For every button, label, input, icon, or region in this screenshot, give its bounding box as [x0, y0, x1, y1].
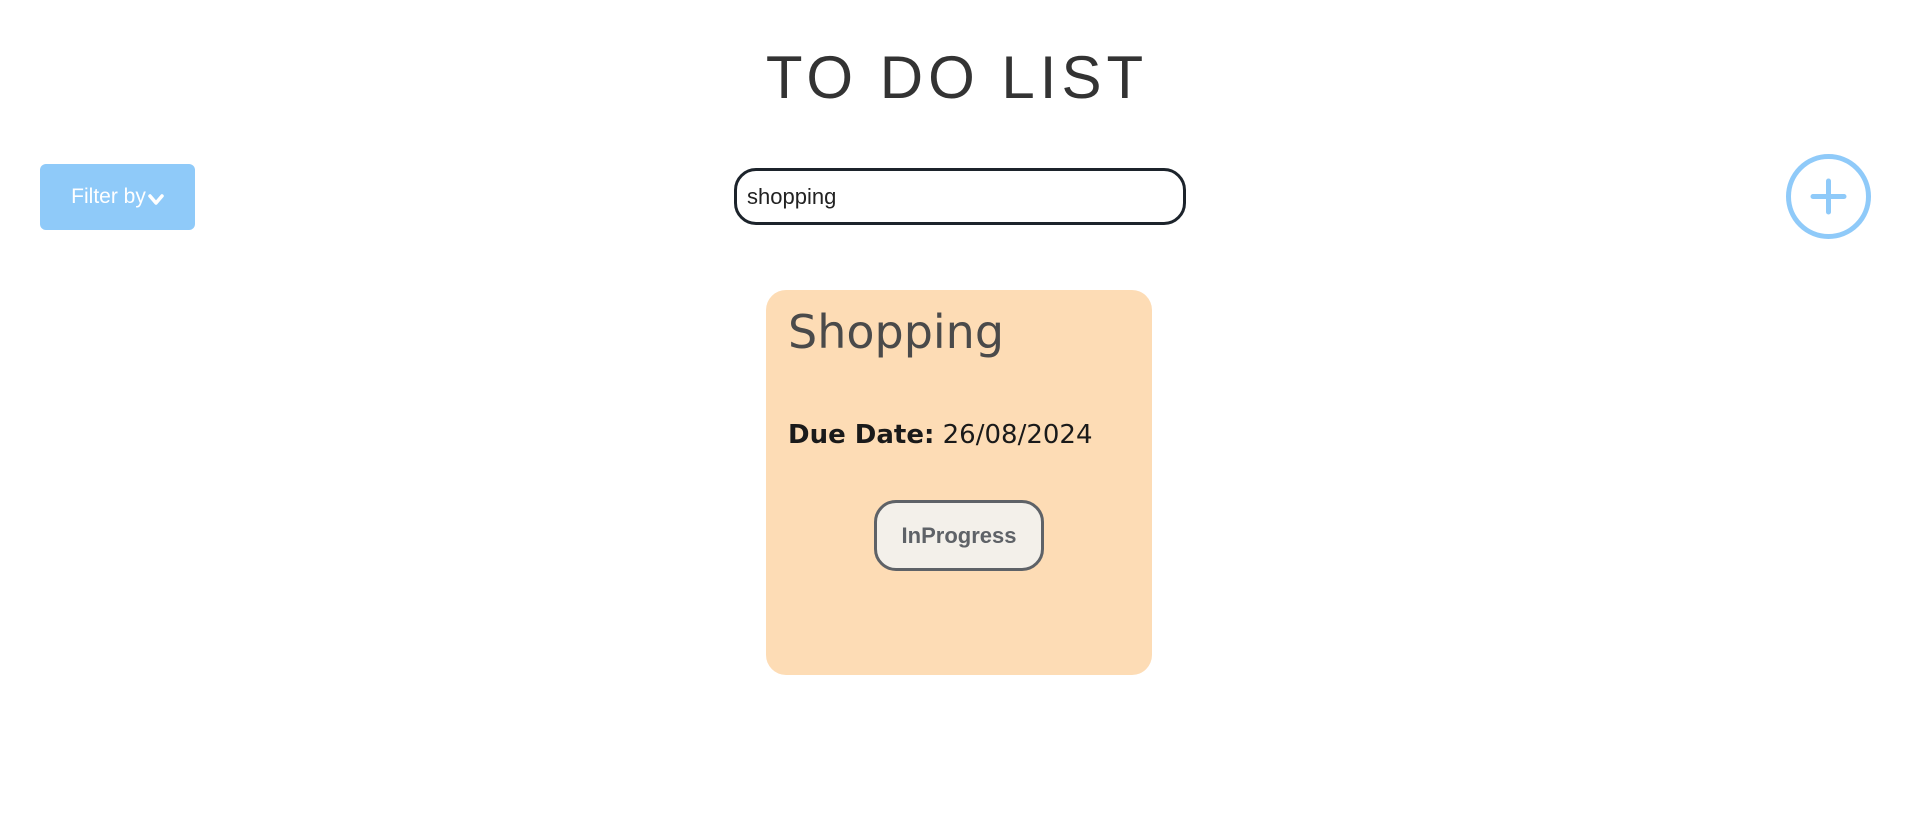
plus-circle-icon[interactable]	[1785, 153, 1872, 240]
chevron-down-icon	[148, 194, 164, 205]
task-title: Shopping	[788, 305, 1005, 359]
due-date-label: Due Date:	[788, 420, 935, 450]
due-date-row: Due Date: 26/08/2024	[788, 420, 1093, 450]
task-card[interactable]: Shopping Due Date: 26/08/2024 InProgress	[766, 290, 1152, 675]
page-title: TO DO LIST	[765, 44, 1149, 111]
search-input[interactable]	[734, 168, 1186, 225]
filter-by-button[interactable]: Filter by	[40, 164, 195, 230]
status-button[interactable]: InProgress	[874, 500, 1044, 571]
due-date-value: 26/08/2024	[942, 420, 1093, 450]
filter-by-label: Filter by	[71, 185, 146, 208]
